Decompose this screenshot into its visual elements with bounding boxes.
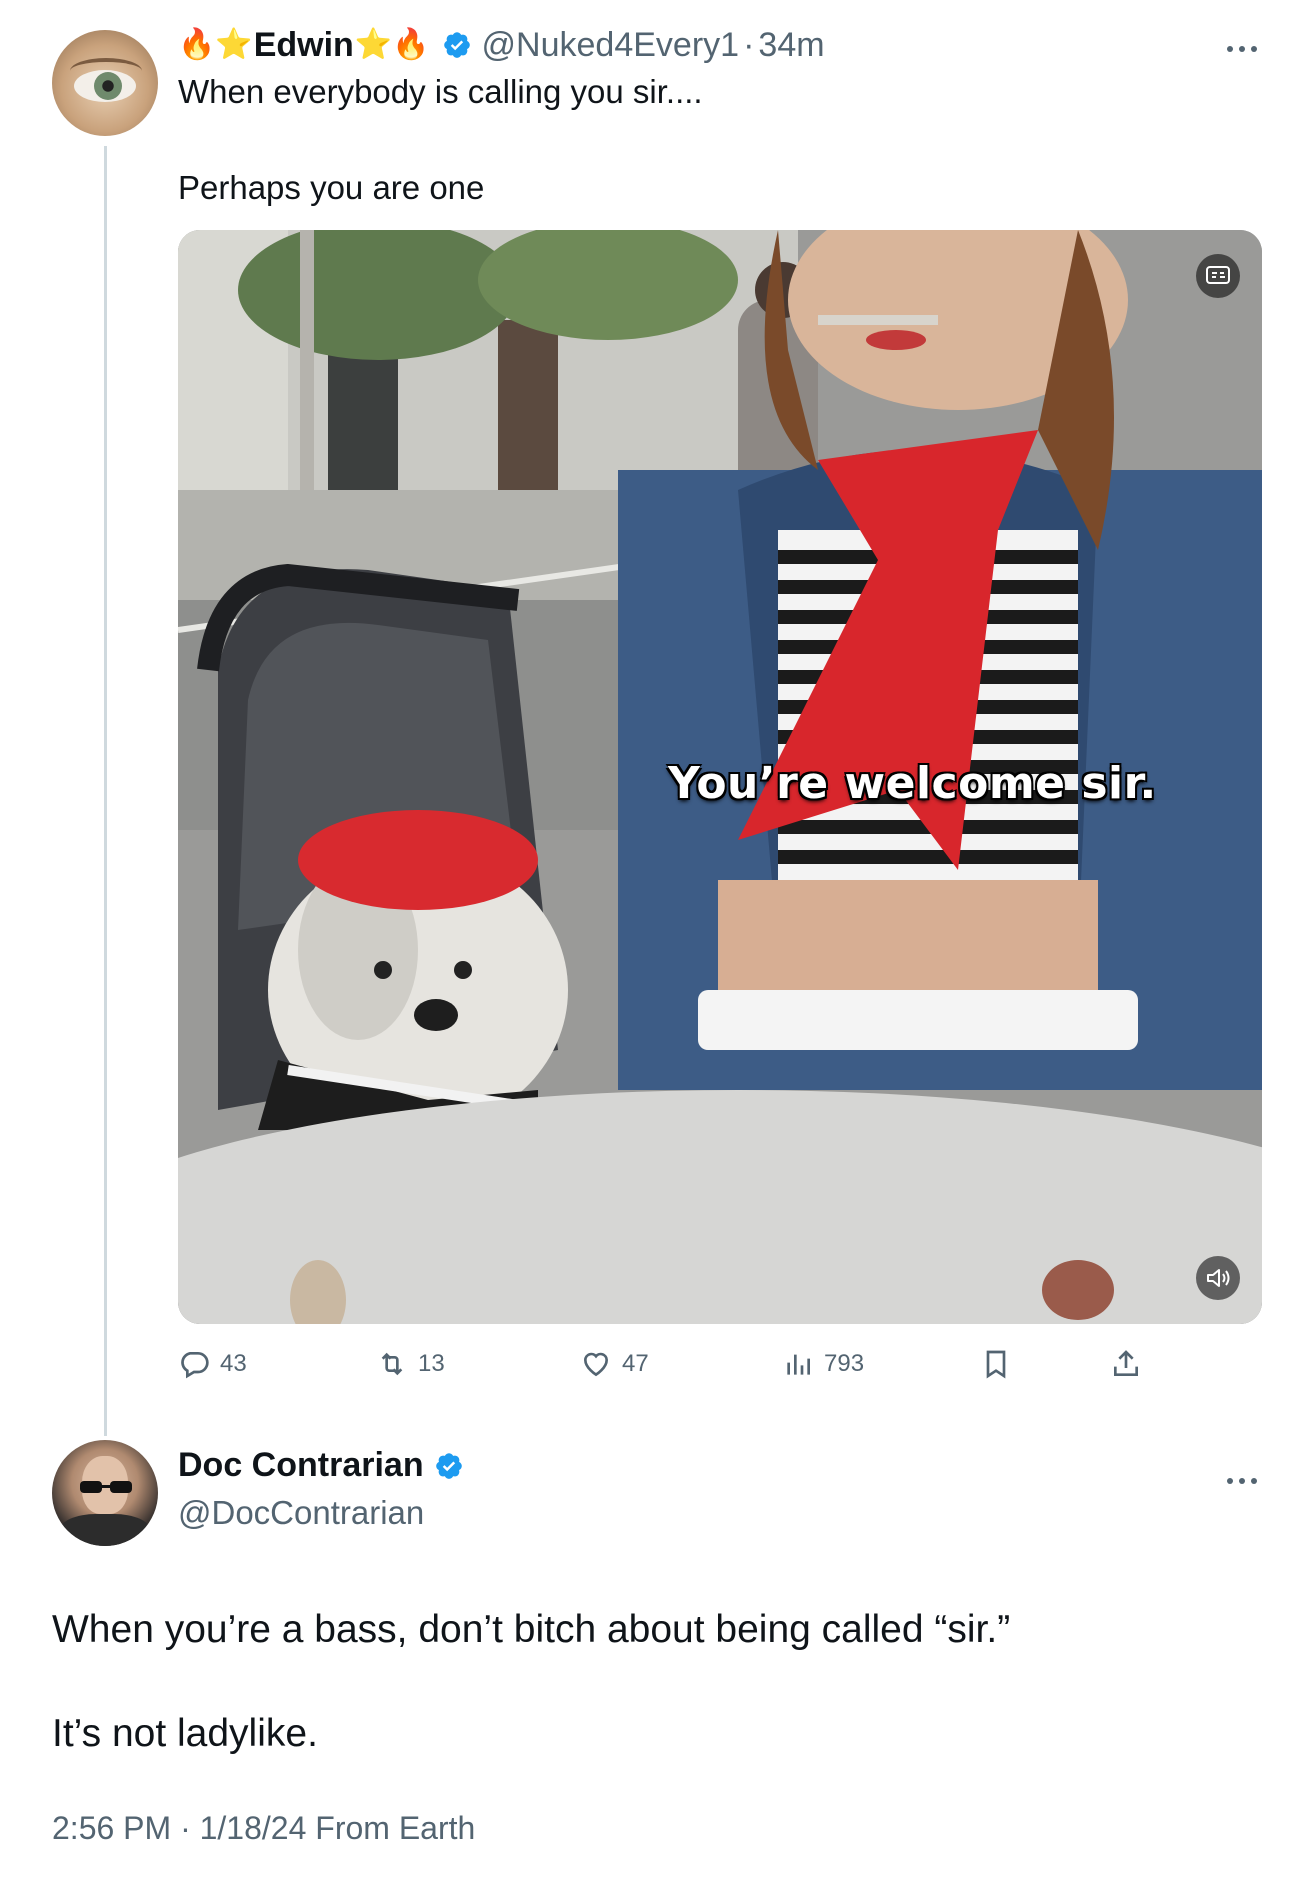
reply-count: 43 [220,1350,247,1377]
avatar-shirt [60,1514,150,1546]
avatar-glasses [80,1481,132,1493]
more-horizontal-icon[interactable] [1222,1468,1262,1488]
author-handle[interactable]: @DocContrarian [178,1494,424,1532]
tweet-text-line2: Perhaps you are one [178,169,485,206]
share-icon [1114,1350,1138,1376]
tweet-text-line1: When everybody is calling you sir.... [178,73,703,110]
more-horizontal-icon[interactable] [1222,36,1262,56]
video-caption: You’re welcome sir. [668,758,1157,809]
views-chart-icon [787,1354,810,1375]
tweet-action-bar: 43 13 47 793 [178,1342,1158,1386]
author-row: 🔥⭐ Edwin ⭐🔥 @Nuked4Every1 · 34m [178,22,825,68]
name-emoji-suffix: ⭐🔥 [354,27,430,62]
avatar[interactable] [52,1440,158,1546]
tweet-time-ago[interactable]: 34m [758,26,824,65]
reply-icon [181,1352,209,1379]
bookmark-button[interactable] [980,1342,1022,1386]
repost-icon [381,1352,403,1376]
repost-button[interactable]: 13 [376,1342,445,1386]
avatar-eyelid [70,58,142,84]
volume-icon[interactable] [1196,1256,1240,1300]
thread-line [104,146,107,1436]
author-display-name[interactable]: Doc Contrarian [178,1446,424,1485]
repost-count: 13 [418,1350,445,1377]
avatar[interactable] [52,30,158,136]
like-count: 47 [622,1350,649,1377]
author-display-name[interactable]: Edwin [254,26,354,65]
share-button[interactable] [1110,1342,1152,1386]
heart-icon [583,1352,609,1377]
views-count: 793 [824,1350,865,1377]
name-emoji-prefix: 🔥⭐ [178,27,253,62]
reply-button[interactable]: 43 [178,1342,247,1386]
bookmark-icon [986,1350,1006,1379]
verified-badge-icon[interactable] [442,30,472,60]
tweet-text: When you’re a bass, don’t bitch about be… [52,1608,1011,1755]
separator-dot: · [743,25,755,64]
tweet-video[interactable]: You’re welcome sir. [178,230,1262,1324]
author-row: Doc Contrarian [178,1446,474,1485]
author-handle[interactable]: @Nuked4Every1 [482,26,740,65]
like-button[interactable]: 47 [580,1342,649,1386]
tweet-timestamp-source[interactable]: 2:56 PM · 1/18/24 From Earth [52,1810,475,1847]
verified-badge-icon[interactable] [434,1451,464,1481]
captions-icon[interactable] [1196,254,1240,298]
views-button[interactable]: 793 [782,1342,864,1386]
